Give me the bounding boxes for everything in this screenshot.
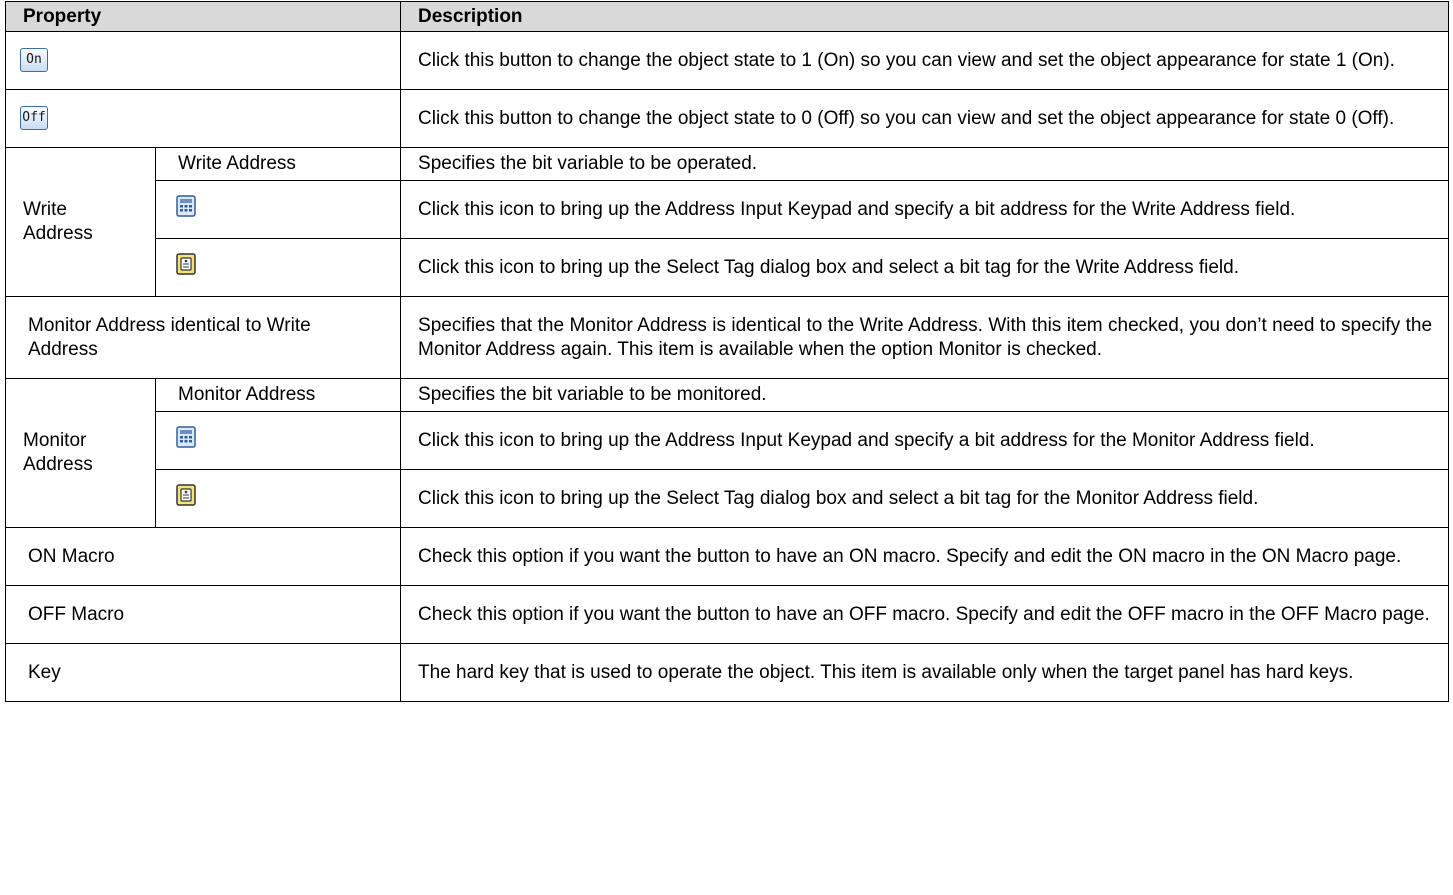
monitor-tag-description: Click this icon to bring up the Select T… [400,469,1450,528]
off-button-description: Click this button to change the object s… [400,89,1450,148]
header-row: Property Description [4,1,1450,32]
write-tag-description: Click this icon to bring up the Select T… [400,238,1450,297]
write-address-label: Write Address [154,147,402,181]
table-row: Key The hard key that is used to operate… [4,643,1450,702]
write-keypad-cell [154,180,402,239]
table-row: Click this icon to bring up the Select T… [6,469,1450,528]
on-macro-description: Check this option if you want the button… [400,527,1450,586]
property-table: Property Description On Click this butto… [4,1,1450,702]
on-macro-label: ON Macro [4,527,402,586]
header-description: Description [400,1,1450,32]
write-tag-cell [154,238,402,297]
table-row: ON Macro Check this option if you want t… [4,527,1450,586]
key-label: Key [4,643,402,702]
table-row: Click this icon to bring up the Address … [6,411,1450,470]
on-button-description: Click this button to change the object s… [400,31,1450,90]
table-row: Monitor Address identical to Write Addre… [4,296,1450,379]
on-button-cell: On [4,31,402,90]
monitor-address-label: Monitor Address [154,378,402,412]
table-row: Write Address Write Address Specifies th… [5,147,1450,297]
table-row: Monitor Address Monitor Address Specifie… [5,378,1450,528]
identical-description: Specifies that the Monitor Address is id… [400,296,1450,379]
tag-icon [176,484,196,513]
monitor-tag-cell [154,469,402,528]
key-description: The hard key that is used to operate the… [400,643,1450,702]
tag-icon [176,253,196,282]
write-address-group-label: Write Address [5,147,156,297]
write-address-description: Specifies the bit variable to be operate… [400,147,1450,181]
monitor-keypad-cell [154,411,402,470]
header-property: Property [4,1,402,32]
monitor-keypad-description: Click this icon to bring up the Address … [400,411,1450,470]
off-button-cell: Off [4,89,402,148]
identical-label: Monitor Address identical to Write Addre… [4,296,402,379]
monitor-address-group-label: Monitor Address [5,378,156,528]
on-button-icon: On [20,48,48,73]
table-row: On Click this button to change the objec… [4,31,1450,90]
table-row: Click this icon to bring up the Address … [6,180,1450,239]
off-macro-label: OFF Macro [4,585,402,644]
table-row: Click this icon to bring up the Select T… [6,238,1450,297]
calculator-icon [176,195,196,224]
table-row: Off Click this button to change the obje… [4,89,1450,148]
table-row: OFF Macro Check this option if you want … [4,585,1450,644]
monitor-address-description: Specifies the bit variable to be monitor… [400,378,1450,412]
calculator-icon [176,426,196,455]
off-macro-description: Check this option if you want the button… [400,585,1450,644]
off-button-icon: Off [20,106,48,131]
write-keypad-description: Click this icon to bring up the Address … [400,180,1450,239]
